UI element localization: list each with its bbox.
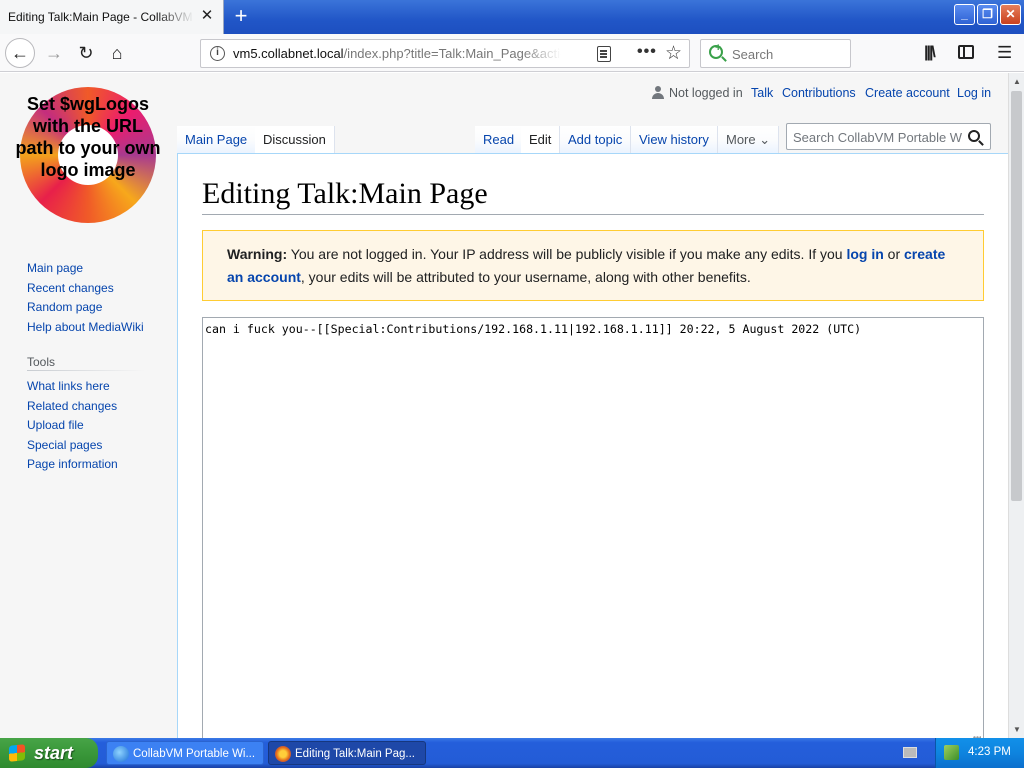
reader-view-icon[interactable] [597,46,611,62]
start-button[interactable]: start [0,738,98,768]
site-info-icon[interactable]: i [210,46,225,61]
tools-upload-file-link[interactable]: Upload file [27,418,84,432]
more-menu-label: More [726,132,756,147]
warning-text-2: or [883,246,905,262]
tools-what-links-here-link[interactable]: What links here [27,379,110,393]
keyboard-icon[interactable] [903,747,917,758]
url-host: vm5.collabnet.local [233,46,344,61]
create-account-link[interactable]: Create account [865,86,950,100]
search-icon[interactable] [968,130,980,142]
url-text[interactable]: vm5.collabnet.local/index.php?title=Talk… [233,46,561,61]
tab-title: Editing Talk:Main Page - CollabVM Portab… [8,10,194,24]
taskbar-button-label: CollabVM Portable Wi... [133,748,256,760]
page-actions-icon[interactable]: ••• [637,43,657,61]
tab-read[interactable]: Read [475,126,524,154]
bookmark-star-icon[interactable]: ☆ [665,42,682,65]
nav-main-page-link[interactable]: Main page [27,261,83,275]
network-icon[interactable] [944,745,959,760]
home-icon[interactable]: ⌂ [103,39,131,67]
content-area: Editing Talk:Main Page Warning: You are … [177,153,1008,738]
scroll-up-arrow-icon[interactable]: ▲ [1010,74,1024,89]
reload-icon[interactable]: ↻ [72,39,100,67]
page-scrollbar[interactable]: ▲ ▼ [1008,73,1024,738]
warning-login-link[interactable]: log in [846,246,883,262]
search-engine-add-icon: + [715,42,722,54]
nav-help-link[interactable]: Help about MediaWiki [27,320,144,334]
anon-warning-box: Warning: You are not logged in. Your IP … [202,230,984,301]
clock[interactable]: 4:23 PM [968,746,1011,758]
tab-edit[interactable]: Edit [521,126,561,154]
personal-contributions-link[interactable]: Contributions [782,86,856,100]
tab-close-icon[interactable]: ✕ [199,8,215,24]
taskbar-button-label: Editing Talk:Main Pag... [295,748,415,760]
tab-discussion[interactable]: Discussion [255,126,335,154]
warning-text-1: You are not logged in. Your IP address w… [287,246,847,262]
more-menu[interactable]: More ⌄ [718,126,780,154]
tools-special-pages-link[interactable]: Special pages [27,438,102,452]
nav-recent-changes-link[interactable]: Recent changes [27,281,114,295]
browser-search-bar[interactable]: + Search [700,39,851,68]
chevron-down-icon: ⌄ [759,132,771,147]
page-title: Editing Talk:Main Page [202,176,984,215]
not-logged-in-text: Not logged in [669,86,743,100]
url-bar[interactable]: i vm5.collabnet.local/index.php?title=Ta… [200,39,690,68]
firefox-icon [275,746,291,762]
edit-textarea[interactable]: can i fuck you--[[Special:Contributions/… [202,317,984,738]
back-arrow-icon[interactable]: ← [5,38,35,68]
url-path: /index.php?title=Talk:Main_Page&action=e… [343,46,561,61]
window-maximize-button[interactable]: ❐ [977,4,998,25]
sidebar-icon[interactable] [958,45,974,59]
wiki-search-box[interactable]: Search CollabVM Portable Wiki [786,123,991,150]
window-minimize-button[interactable]: _ [954,4,975,25]
tab-view-history[interactable]: View history [631,126,718,154]
windows-logo-icon [9,744,25,762]
wiki-search-input[interactable]: Search CollabVM Portable Wiki [793,130,963,145]
hamburger-menu-icon[interactable]: ☰ [997,43,1012,63]
wiki-page: Set $wgLogos with the URL path to your o… [0,73,1008,738]
personal-talk-link[interactable]: Talk [751,86,773,100]
tab-add-topic[interactable]: Add topic [560,126,632,154]
library-icon[interactable]: |||\ [924,44,936,62]
new-tab-button[interactable]: + [230,5,252,27]
tools-heading: Tools [27,355,56,369]
tools-related-changes-link[interactable]: Related changes [27,399,117,413]
warning-text-3: , your edits will be attributed to your … [300,269,751,285]
tools-divider [27,370,145,371]
user-icon [652,86,664,99]
nav-random-page-link[interactable]: Random page [27,300,102,314]
browser-tab-active[interactable]: Editing Talk:Main Page - CollabVM Portab… [0,0,224,34]
system-tray: 4:23 PM [935,738,1024,768]
start-label: start [34,743,74,763]
taskbar-button-firefox[interactable]: Editing Talk:Main Pag... [268,741,426,765]
scroll-down-arrow-icon[interactable]: ▼ [1010,722,1024,737]
window-close-button[interactable]: ✕ [1000,4,1021,25]
search-placeholder: Search [732,47,774,62]
taskbar: start CollabVM Portable Wi... Editing Ta… [0,738,1024,768]
browser-navigation-bar: ← → ↻ ⌂ i vm5.collabnet.local/index.php?… [0,34,1024,72]
browser-tab-strip: Editing Talk:Main Page - CollabVM Portab… [0,0,1024,34]
internet-explorer-icon [113,746,129,762]
forward-arrow-icon[interactable]: → [40,39,68,67]
log-in-link[interactable]: Log in [957,86,991,100]
tools-page-information-link[interactable]: Page information [27,457,118,471]
tab-main-page[interactable]: Main Page [177,126,257,154]
taskbar-button-ie[interactable]: CollabVM Portable Wi... [106,741,264,765]
edit-textarea-content[interactable]: can i fuck you--[[Special:Contributions/… [205,322,861,336]
scroll-thumb[interactable] [1011,91,1022,501]
warning-label: Warning: [227,246,288,262]
wiki-logo-text[interactable]: Set $wgLogos with the URL path to your o… [12,93,164,181]
